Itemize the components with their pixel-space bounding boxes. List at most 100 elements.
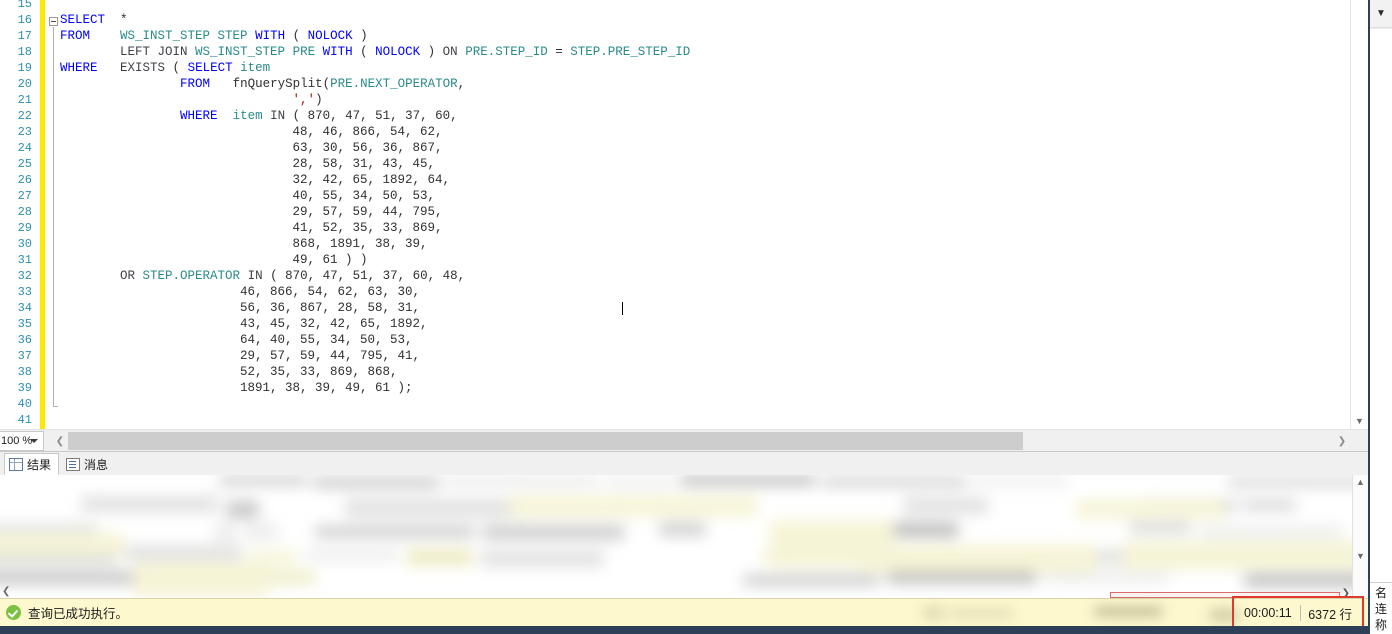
outlining-column[interactable] xyxy=(46,0,60,429)
grid-icon xyxy=(9,457,23,471)
chevron-left-icon[interactable]: ❮ xyxy=(2,586,10,597)
tab-messages[interactable]: 消息 xyxy=(62,453,116,475)
line-number: 35 xyxy=(17,317,32,331)
chevron-up-icon[interactable]: ▲ xyxy=(1356,477,1365,487)
code-token: 29, 57, 59, 44, 795, xyxy=(60,205,443,219)
editor-horizontal-scrollbar[interactable] xyxy=(68,432,1334,450)
code-line[interactable]: 64, 40, 55, 34, 50, 53, xyxy=(60,332,413,348)
message-icon xyxy=(66,457,80,471)
grid-vertical-scrollbar[interactable]: ▲ ▼ xyxy=(1352,475,1368,599)
code-line[interactable]: ',') xyxy=(60,92,323,108)
scrollbar-thumb[interactable] xyxy=(68,432,1023,450)
code-line[interactable]: 40, 55, 34, 50, 53, xyxy=(60,188,436,204)
code-line[interactable]: 29, 57, 59, 44, 795, xyxy=(60,204,443,220)
code-token: fnQuerySplit xyxy=(232,77,323,91)
code-token: = xyxy=(547,45,571,59)
line-number: 24 xyxy=(17,141,32,155)
fold-collapse-icon[interactable] xyxy=(49,17,58,26)
code-token: ( 870, 47, 51, 37, 60, xyxy=(285,109,458,123)
line-number: 17 xyxy=(17,29,32,43)
code-token: STEP.OPERATOR xyxy=(142,269,241,283)
code-line[interactable]: OR STEP.OPERATOR IN ( 870, 47, 51, 37, 6… xyxy=(60,268,465,284)
results-grid-redacted-content xyxy=(0,475,1368,599)
code-line[interactable]: 46, 866, 54, 62, 63, 30, xyxy=(60,284,420,300)
code-token: WITH xyxy=(322,45,353,59)
code-line[interactable]: 63, 30, 56, 36, 867, xyxy=(60,140,443,156)
code-line[interactable]: 43, 45, 32, 42, 65, 1892, xyxy=(60,316,428,332)
results-pane: 结果 消息 ❮ ▲ ▼ ❯ xyxy=(0,451,1368,599)
code-line[interactable]: 48, 46, 866, 54, 62, xyxy=(60,124,443,140)
code-line[interactable]: FROM WS_INST_STEP STEP WITH ( NOLOCK ) xyxy=(60,28,368,44)
code-token: 41, 52, 35, 33, 869, xyxy=(60,221,443,235)
code-token: 29, 57, 59, 44, 795, 41, xyxy=(60,349,421,363)
chevron-down-icon[interactable]: ▼ xyxy=(1356,551,1365,561)
results-tabstrip: 结果 消息 xyxy=(0,452,1368,475)
line-number: 38 xyxy=(17,365,32,379)
code-token: IN xyxy=(270,109,286,123)
code-text-surface[interactable]: SELECT * FROM WS_INST_STEP STEP WITH ( NO… xyxy=(60,0,1350,429)
results-grid[interactable]: ❮ ▲ ▼ ❯ xyxy=(0,475,1368,599)
code-line[interactable]: SELECT * xyxy=(60,12,128,28)
code-line[interactable]: LEFT JOIN WS_INST_STEP PRE WITH ( NOLOCK… xyxy=(60,44,690,60)
line-number: 31 xyxy=(17,253,32,267)
code-token: 49, 61 ) ) xyxy=(60,253,368,267)
properties-panel-rows: 名 连 称 xyxy=(1370,582,1392,634)
code-line[interactable]: 56, 36, 867, 28, 58, 31, xyxy=(60,300,420,316)
code-token: ON xyxy=(442,45,458,59)
code-line[interactable]: WHERE item IN ( 870, 47, 51, 37, 60, xyxy=(60,108,458,124)
code-token: PRE.NEXT_OPERATOR xyxy=(330,77,458,91)
line-number: 18 xyxy=(17,45,32,59)
code-line[interactable]: 1891, 38, 39, 49, 61 ); xyxy=(60,380,413,396)
code-line[interactable]: WHERE EXISTS ( SELECT item xyxy=(60,60,270,76)
window-bottom-edge xyxy=(0,626,1368,634)
code-line[interactable]: 41, 52, 35, 33, 869, xyxy=(60,220,443,236)
line-number: 19 xyxy=(17,61,32,75)
line-number: 39 xyxy=(17,381,32,395)
code-token: , xyxy=(457,77,466,91)
code-line[interactable]: 28, 58, 31, 43, 45, xyxy=(60,156,436,172)
code-token: WHERE xyxy=(60,61,98,75)
status-right-group: 00:00:11 6372 行 xyxy=(1236,601,1360,625)
code-line[interactable]: 49, 61 ) ) xyxy=(60,252,368,268)
code-token: ) xyxy=(352,29,368,43)
sql-editor[interactable]: 15 16 17 18 19 20 21 22 23 24 25 26 27 28 29 30 31 32 33 34… xyxy=(0,0,1368,429)
code-token: 40, 55, 34, 50, 53, xyxy=(60,189,436,203)
code-token: ( xyxy=(352,45,376,59)
chevron-right-icon[interactable]: ❯ xyxy=(1334,432,1350,450)
zoom-level-value: 100 % xyxy=(1,435,33,447)
code-token: ) xyxy=(420,45,443,59)
code-line[interactable]: 868, 1891, 38, 39, xyxy=(60,236,428,252)
code-token: SELECT xyxy=(60,13,106,27)
line-number: 15 xyxy=(17,0,32,11)
code-token: ( 870, 47, 51, 37, 60, 48, xyxy=(262,269,466,283)
code-token: 1891, 38, 39, 49, 61 ); xyxy=(60,381,413,395)
code-line[interactable]: 32, 42, 65, 1892, 64, xyxy=(60,172,451,188)
code-token: WS_INST_STEP STEP xyxy=(120,29,248,43)
chevron-down-icon[interactable]: ▼ xyxy=(1351,412,1368,429)
code-line[interactable]: 29, 57, 59, 44, 795, 41, xyxy=(60,348,420,364)
editor-vertical-scrollbar[interactable]: ▼ xyxy=(1350,0,1368,429)
line-number: 33 xyxy=(17,285,32,299)
line-number: 28 xyxy=(17,205,32,219)
line-number: 32 xyxy=(17,269,32,283)
zoom-level-combobox[interactable]: 100 % xyxy=(0,431,44,451)
code-token: 46, 866, 54, 62, 63, 30, xyxy=(60,285,421,299)
chevron-left-icon[interactable]: ❮ xyxy=(52,432,68,450)
tab-results[interactable]: 结果 xyxy=(4,453,60,475)
code-line[interactable]: 52, 35, 33, 869, 868, xyxy=(60,364,398,380)
chevron-down-icon[interactable]: ▼ xyxy=(1370,0,1392,28)
chevron-down-icon[interactable] xyxy=(30,439,38,443)
properties-panel: ▼ 名 连 称 xyxy=(1368,0,1392,634)
editor-bottom-bar: 100 % ❮ ❯ xyxy=(0,429,1368,451)
code-line[interactable]: FROM fnQuerySplit(PRE.NEXT_OPERATOR, xyxy=(60,76,465,92)
code-token: PRE.STEP_ID xyxy=(465,45,548,59)
line-number: 29 xyxy=(17,221,32,235)
